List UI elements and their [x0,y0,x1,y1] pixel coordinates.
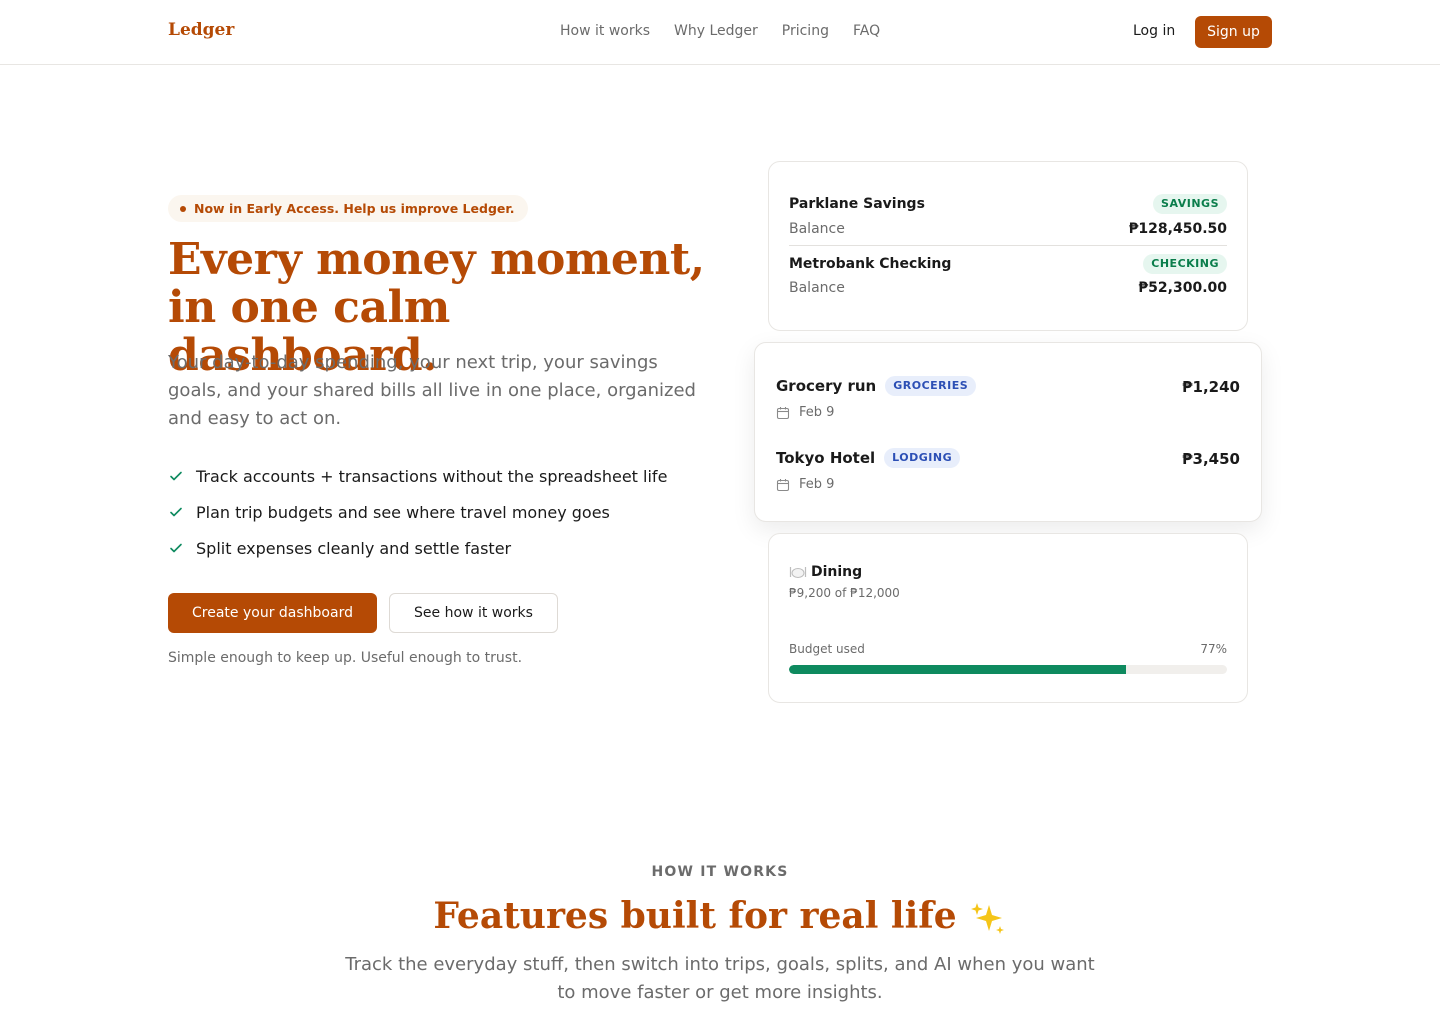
budget-title: Dining [789,564,862,580]
top-nav: Ledger How it works Why Ledger Pricing F… [0,0,1440,65]
calendar-icon [776,478,790,491]
section-title: Features built for real life [0,895,1440,939]
create-dashboard-button[interactable]: Create your dashboard [168,593,377,633]
nav-link-how-it-works[interactable]: How it works [560,23,650,39]
budget-summary: ₱9,200 of ₱12,000 [789,586,900,600]
account-type-badge: SAVINGS [1153,194,1227,214]
calendar-icon [776,406,790,419]
checklist-item: Track accounts + transactions without th… [168,464,667,488]
transactions-card: Grocery run GROCERIES Feb 9 ₱1,240 Tokyo… [754,342,1262,522]
account-name: Metrobank Checking [789,256,952,272]
account-name: Parklane Savings [789,196,925,212]
budget-progress-fill [789,665,1127,674]
budget-progress-track [789,665,1227,674]
account-balance-value: ₱128,450.50 [1128,221,1227,237]
budget-card[interactable]: Dining ₱9,200 of ₱12,000 Budget used 77% [768,533,1248,703]
transaction-head: Tokyo Hotel LODGING [776,448,961,468]
see-how-it-works-button[interactable]: See how it works [389,593,558,633]
account-row[interactable]: Metrobank Checking CHECKING Balance ₱52,… [789,246,1227,308]
transaction-row[interactable]: Grocery run GROCERIES Feb 9 ₱1,240 [776,376,1240,448]
nav-links: How it works Why Ledger Pricing FAQ [560,23,880,39]
accounts-card: Parklane Savings SAVINGS Balance ₱128,45… [768,161,1248,331]
account-balance-label: Balance [789,280,845,296]
badge-dot [180,206,186,212]
transaction-date: Feb 9 [776,477,834,492]
check-icon [170,471,182,481]
account-row[interactable]: Parklane Savings SAVINGS Balance ₱128,45… [789,184,1227,246]
transaction-date-text: Feb 9 [799,477,835,492]
transaction-category-badge: LODGING [884,448,961,468]
dining-icon [789,567,807,578]
checklist-item: Plan trip budgets and see where travel m… [168,500,667,524]
check-icon [170,543,182,553]
hero-title-line-1: Every money moment, [168,234,705,285]
login-link[interactable]: Log in [1133,23,1175,39]
checklist-item-label: Track accounts + transactions without th… [196,466,668,486]
account-balance-value: ₱52,300.00 [1138,280,1227,296]
nav-link-faq[interactable]: FAQ [853,23,880,39]
signup-button[interactable]: Sign up [1195,16,1272,48]
transaction-date: Feb 9 [776,405,834,420]
feature-checklist: Track accounts + transactions without th… [168,464,667,572]
badge-text: Now in Early Access. Help us improve Led… [194,201,515,216]
nav-link-pricing[interactable]: Pricing [782,23,829,39]
sparkle-icon [970,903,1004,934]
hero-subtitle: Your day-to-day spending, your next trip… [168,352,696,429]
transaction-head: Grocery run GROCERIES [776,376,977,396]
budget-percent: 77% [1200,642,1227,656]
transaction-amount: ₱1,240 [1182,378,1240,396]
checklist-item-label: Plan trip budgets and see where travel m… [196,502,610,522]
section-eyebrow: HOW IT WORKS [651,864,789,880]
logo[interactable]: Ledger [168,20,234,40]
transaction-amount: ₱3,450 [1182,450,1240,468]
check-icon [170,507,182,517]
transaction-row[interactable]: Tokyo Hotel LODGING Feb 9 ₱3,450 [776,448,1240,520]
budget-used-label: Budget used [789,642,865,656]
budget-category: Dining [811,564,863,580]
account-balance-label: Balance [789,221,845,237]
transaction-name: Grocery run [776,377,877,395]
checklist-item-label: Split expenses cleanly and settle faster [196,538,512,558]
account-type-badge: CHECKING [1143,254,1227,274]
early-access-badge: Now in Early Access. Help us improve Led… [168,195,528,222]
section-title-text: Features built for real life [433,895,957,937]
transaction-date-text: Feb 9 [799,405,835,420]
transaction-name: Tokyo Hotel [776,449,876,467]
hero-tagline: Simple enough to keep up. Useful enough … [168,650,523,666]
transaction-category-badge: GROCERIES [885,376,977,396]
nav-link-why-ledger[interactable]: Why Ledger [674,23,758,39]
section-subtitle: Track the everyday stuff, then switch in… [345,954,1095,1003]
checklist-item: Split expenses cleanly and settle faster [168,536,667,560]
